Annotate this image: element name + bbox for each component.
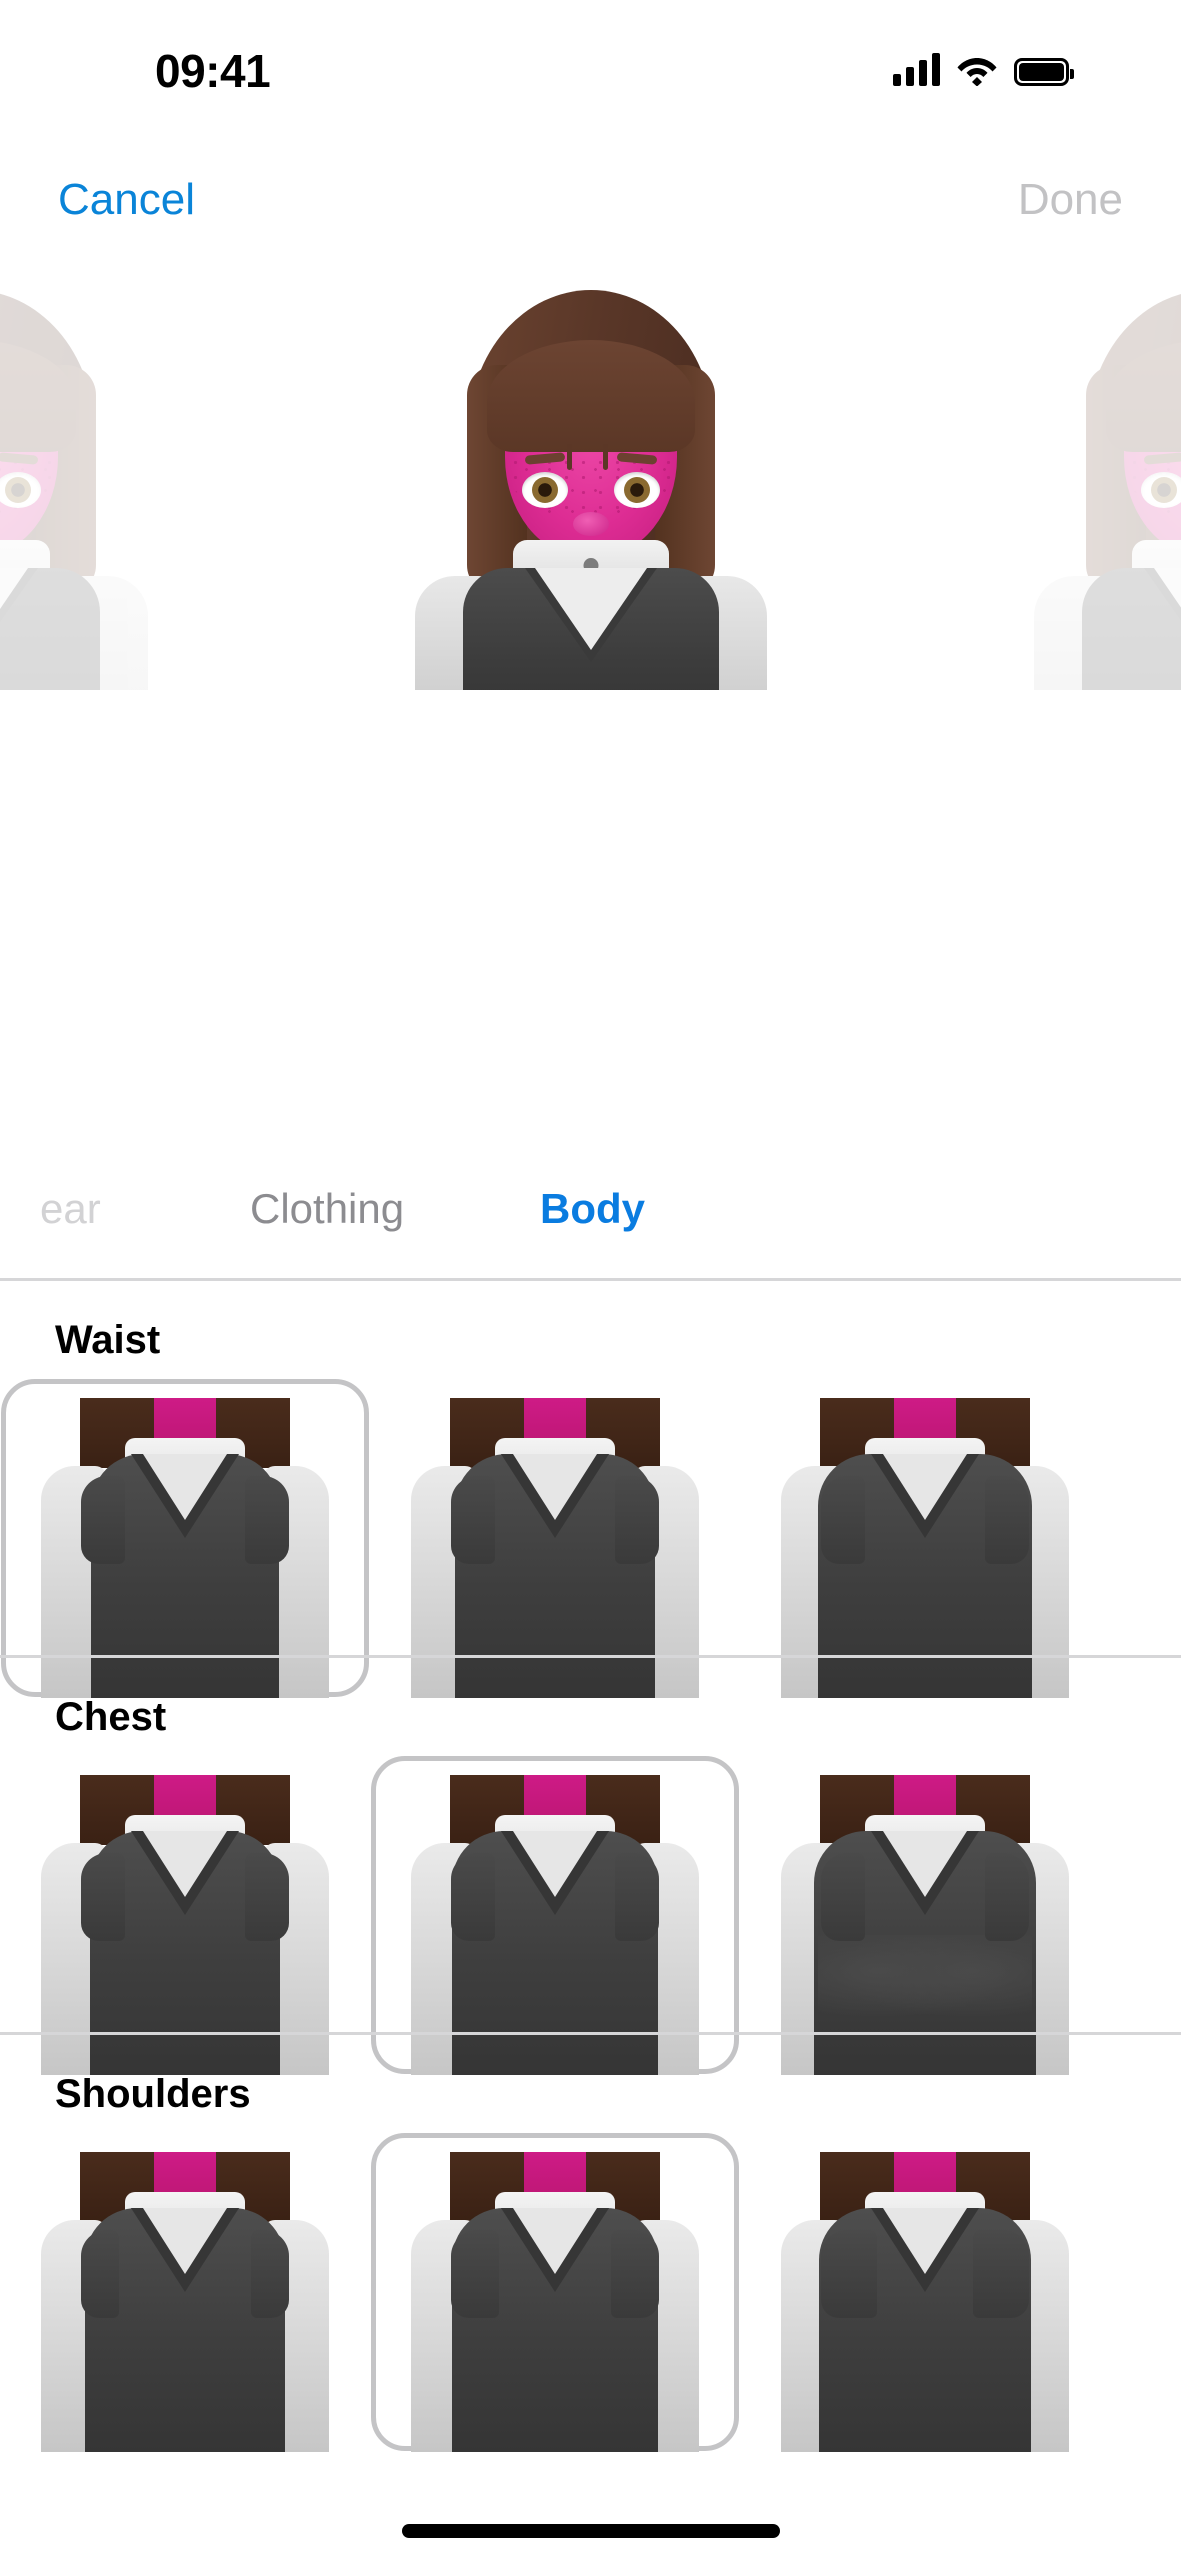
- avatar-preview-carousel[interactable]: [0, 290, 1181, 690]
- tab-headwear[interactable]: ear: [40, 1188, 101, 1230]
- status-bar-indicators: [893, 46, 1074, 87]
- done-button[interactable]: Done: [1018, 178, 1123, 222]
- memoji-eye-right: [613, 472, 660, 508]
- section-waist: Waist: [0, 1278, 1181, 1698]
- status-bar-time: 09:41: [155, 45, 271, 97]
- shoulders-option-3[interactable]: [740, 2132, 1110, 2452]
- section-title-shoulders: Shoulders: [55, 2072, 251, 2116]
- memoji-editor-screen: 09:41 Cancel Done ear Clothing Body Wais…: [0, 0, 1181, 2560]
- waist-options-row: [0, 1378, 1181, 1698]
- waist-option-1[interactable]: [0, 1378, 370, 1698]
- shoulders-thumbnail-2: [405, 2152, 705, 2452]
- memoji-figure: [1020, 290, 1181, 690]
- chest-option-3[interactable]: [740, 1755, 1110, 2075]
- section-shoulders: Shoulders: [0, 2032, 1181, 2560]
- wifi-icon: [956, 54, 998, 87]
- section-title-chest: Chest: [55, 1695, 167, 1739]
- status-bar: 09:41: [0, 0, 1181, 105]
- avatar-preview-current[interactable]: [401, 290, 781, 690]
- category-tab-bar: ear Clothing Body: [0, 1188, 1181, 1280]
- memoji-nose: [572, 512, 609, 536]
- avatar-preview-previous[interactable]: [0, 290, 162, 690]
- waist-thumbnail-1: [35, 1398, 335, 1698]
- chest-thumbnail-2: [405, 1775, 705, 2075]
- tab-body[interactable]: Body: [540, 1188, 645, 1230]
- waist-thumbnail-2: [405, 1398, 705, 1698]
- memoji-bangs: [486, 340, 695, 470]
- memoji-eye-left: [521, 472, 568, 508]
- chest-option-1[interactable]: [0, 1755, 370, 2075]
- shoulders-option-1[interactable]: [0, 2132, 370, 2452]
- shoulders-options-row: [0, 2132, 1181, 2452]
- memoji-vest-neckline: [534, 568, 647, 650]
- waist-option-2[interactable]: [370, 1378, 740, 1698]
- memoji-figure: [401, 290, 781, 690]
- section-title-waist: Waist: [55, 1318, 161, 1362]
- shoulders-thumbnail-1: [35, 2152, 335, 2452]
- chest-thumbnail-3: [775, 1775, 1075, 2075]
- memoji-figure: [0, 290, 162, 690]
- chest-options-row: [0, 1755, 1181, 2075]
- home-indicator[interactable]: [401, 2524, 780, 2538]
- waist-option-3[interactable]: [740, 1378, 1110, 1698]
- cancel-button[interactable]: Cancel: [58, 178, 195, 222]
- avatar-preview-next[interactable]: [1020, 290, 1181, 690]
- battery-icon: [1014, 58, 1074, 86]
- cellular-signal-icon: [893, 53, 940, 86]
- navigation-bar: Cancel Done: [0, 170, 1181, 260]
- chest-option-2[interactable]: [370, 1755, 740, 2075]
- chest-thumbnail-1: [35, 1775, 335, 2075]
- shoulders-thumbnail-3: [775, 2152, 1075, 2452]
- tab-clothing[interactable]: Clothing: [250, 1188, 404, 1230]
- waist-thumbnail-3: [775, 1398, 1075, 1698]
- section-chest: Chest: [0, 1655, 1181, 2075]
- shoulders-option-2[interactable]: [370, 2132, 740, 2452]
